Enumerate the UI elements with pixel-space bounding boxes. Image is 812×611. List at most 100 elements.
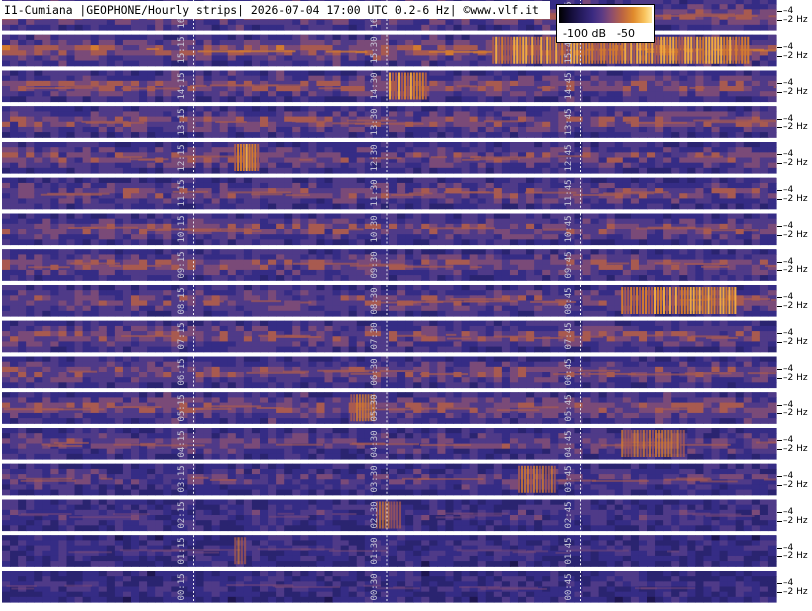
noise-cell <box>10 60 19 67</box>
noise-cell <box>727 203 737 210</box>
noise-cell <box>203 121 213 128</box>
event-bar <box>720 36 723 64</box>
noise-cell <box>671 264 680 271</box>
noise-cell <box>10 91 19 97</box>
noise-cell <box>751 259 761 266</box>
noise-cell <box>50 213 60 220</box>
noise-cell <box>2 203 11 210</box>
noise-cell <box>606 223 616 230</box>
noise-cell <box>590 249 600 256</box>
noise-cell <box>598 111 608 118</box>
noise-cell <box>147 177 156 184</box>
noise-cell <box>2 182 11 189</box>
signal-streak <box>108 265 122 268</box>
noise-cell <box>703 249 713 256</box>
noise-cell <box>711 86 721 92</box>
noise-cell <box>735 9 745 16</box>
signal-streak <box>121 87 181 90</box>
noise-cell <box>147 132 156 138</box>
noise-cell <box>542 152 551 159</box>
noise-cell <box>276 142 285 148</box>
noise-cell <box>542 193 551 200</box>
noise-cell <box>195 203 205 210</box>
event-bar <box>394 72 398 100</box>
noise-cell <box>260 213 269 220</box>
noise-cell <box>759 55 769 62</box>
noise-cell <box>550 198 559 205</box>
noise-cell <box>711 213 721 220</box>
noise-cell <box>203 182 213 189</box>
noise-cell <box>26 254 35 261</box>
noise-cell <box>348 106 358 113</box>
noise-cell <box>268 234 277 240</box>
noise-cell <box>356 80 366 87</box>
noise-cell <box>163 300 172 307</box>
noise-cell <box>10 39 19 46</box>
noise-cell <box>26 223 35 230</box>
noise-cell <box>413 147 422 153</box>
noise-cell <box>332 269 342 276</box>
noise-cell <box>477 111 487 118</box>
noise-cell <box>18 254 27 261</box>
noise-cell <box>2 55 11 62</box>
noise-cell <box>139 147 148 153</box>
noise-cell <box>260 264 269 271</box>
noise-cell <box>332 91 342 97</box>
noise-cell <box>526 45 535 51</box>
noise-cell <box>509 91 519 97</box>
noise-cell <box>10 80 19 87</box>
noise-cell <box>501 126 511 133</box>
noise-cell <box>485 24 495 31</box>
noise-cell <box>590 75 600 82</box>
noise-cell <box>735 239 745 246</box>
noise-cell <box>461 39 471 46</box>
noise-cell <box>405 162 414 169</box>
noise-cell <box>284 132 293 138</box>
noise-cell <box>122 193 132 200</box>
noise-cell <box>542 249 551 256</box>
noise-cell <box>284 167 293 174</box>
noise-cell <box>324 188 334 194</box>
noise-cell <box>542 269 551 276</box>
noise-cell <box>10 126 19 133</box>
noise-cell <box>743 254 753 261</box>
noise-cell <box>461 45 471 51</box>
noise-cell <box>719 132 729 138</box>
noise-cell <box>211 60 221 67</box>
noise-cell <box>445 182 455 189</box>
noise-cell <box>501 234 511 240</box>
noise-cell <box>703 132 713 138</box>
noise-cell <box>147 34 156 41</box>
signal-streak <box>146 48 160 50</box>
noise-cell <box>18 213 27 220</box>
noise-cell <box>34 254 43 261</box>
noise-cell <box>703 239 713 246</box>
noise-cell <box>397 162 406 169</box>
noise-cell <box>647 239 656 246</box>
noise-cell <box>90 96 100 103</box>
noise-cell <box>614 91 624 97</box>
noise-cell <box>743 193 753 200</box>
noise-cell <box>751 275 761 281</box>
noise-cell <box>324 229 334 235</box>
noise-cell <box>389 239 398 246</box>
noise-cell <box>671 218 680 225</box>
noise-cell <box>82 182 92 189</box>
noise-cell <box>751 218 761 225</box>
noise-cell <box>268 45 277 51</box>
noise-cell <box>203 45 213 51</box>
noise-cell <box>550 269 559 276</box>
noise-cell <box>139 259 148 266</box>
noise-cell <box>534 132 543 138</box>
noise-cell <box>139 295 148 302</box>
noise-cell <box>397 45 406 51</box>
noise-cell <box>582 218 592 225</box>
noise-cell <box>90 275 100 281</box>
noise-cell <box>195 111 205 118</box>
noise-cell <box>147 96 156 103</box>
noise-cell <box>211 198 221 205</box>
noise-cell <box>727 106 737 113</box>
noise-cell <box>759 106 769 113</box>
noise-cell <box>429 218 438 225</box>
noise-cell <box>195 60 205 67</box>
